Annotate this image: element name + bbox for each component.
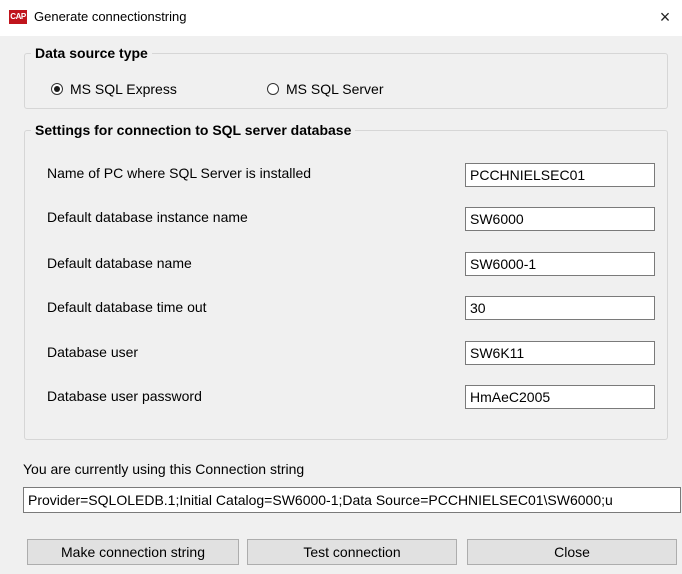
radio-label: MS SQL Server: [286, 81, 384, 97]
timeout-input[interactable]: [465, 296, 655, 320]
instance-name-label: Default database instance name: [47, 209, 248, 225]
database-name-input[interactable]: [465, 252, 655, 276]
password-label: Database user password: [47, 388, 202, 404]
database-user-label: Database user: [47, 344, 139, 360]
radio-selected-icon: [51, 83, 63, 95]
timeout-label: Default database time out: [47, 299, 207, 315]
close-button[interactable]: Close: [467, 539, 677, 565]
pc-name-input[interactable]: [465, 163, 655, 187]
radio-unselected-icon: [267, 83, 279, 95]
test-connection-button[interactable]: Test connection: [247, 539, 457, 565]
password-input[interactable]: [465, 385, 655, 409]
title-bar: CAP Generate connectionstring ×: [0, 0, 682, 36]
radio-label: MS SQL Express: [70, 81, 177, 97]
instance-name-input[interactable]: [465, 207, 655, 231]
close-window-button[interactable]: ×: [648, 0, 682, 36]
window-title: Generate connectionstring: [34, 9, 187, 24]
connection-string-field[interactable]: Provider=SQLOLEDB.1;Initial Catalog=SW60…: [23, 487, 681, 513]
database-name-label: Default database name: [47, 255, 192, 271]
data-source-group: Data source type: [24, 45, 668, 109]
app-icon: CAP: [9, 10, 27, 24]
radio-ms-sql-express[interactable]: MS SQL Express: [51, 81, 177, 97]
settings-legend: Settings for connection to SQL server da…: [35, 122, 352, 138]
database-user-input[interactable]: [465, 341, 655, 365]
connection-string-label: You are currently using this Connection …: [23, 461, 305, 477]
make-connection-string-button[interactable]: Make connection string: [27, 539, 239, 565]
radio-ms-sql-server[interactable]: MS SQL Server: [267, 81, 384, 97]
pc-name-label: Name of PC where SQL Server is installed: [47, 165, 312, 181]
data-source-legend: Data source type: [35, 45, 148, 61]
